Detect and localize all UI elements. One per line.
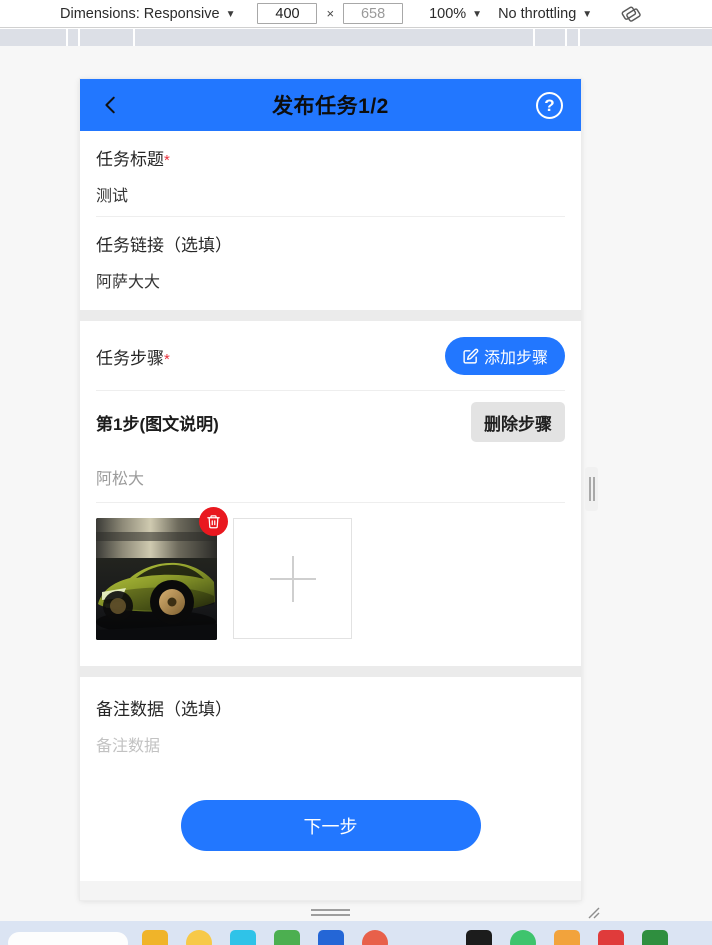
viewport-height-input[interactable]: [343, 3, 404, 24]
add-step-button[interactable]: 添加步骤: [444, 337, 565, 375]
task-link-value[interactable]: 阿萨大大: [96, 268, 565, 292]
plus-icon: [269, 555, 316, 602]
add-image-button[interactable]: [233, 518, 352, 639]
taskbar-search-pill[interactable]: [8, 932, 128, 945]
help-glyph: ?: [544, 95, 555, 115]
remark-label: 备注数据（选填）: [96, 700, 232, 719]
resize-handle-corner[interactable]: [584, 903, 602, 921]
resize-handle-bottom[interactable]: [311, 906, 350, 918]
throttling-label: No throttling: [498, 5, 577, 22]
dimension-multiply-symbol: ×: [326, 6, 335, 21]
taskbar-icon-app6[interactable]: [510, 930, 536, 945]
viewport-width-input[interactable]: [257, 3, 318, 24]
task-link-label: 任务链接（选填）: [96, 236, 232, 255]
handle-grip-line: [592, 477, 595, 501]
taskbar-icon-app7[interactable]: [554, 930, 580, 945]
field-task-link[interactable]: 任务链接（选填） 阿萨大大: [96, 217, 565, 310]
ruler-tick: [580, 29, 712, 46]
os-taskbar: [0, 921, 712, 945]
rotate-device-icon[interactable]: [618, 1, 644, 27]
app-scroll-body[interactable]: 任务标题* 测试 任务链接（选填） 阿萨大大 任务步骤* 添加步骤 第1步(图文…: [80, 131, 581, 900]
uploaded-image-item[interactable]: [96, 507, 228, 640]
help-circle-icon[interactable]: ?: [536, 91, 563, 119]
steps-card: 任务步骤* 添加步骤 第1步(图文说明) 删除步骤 阿松大: [80, 321, 581, 666]
ruler-tick: [68, 29, 80, 46]
throttling-dropdown[interactable]: No throttling ▼: [498, 6, 592, 22]
taskbar-icon-app3[interactable]: [318, 930, 344, 945]
device-viewport-frame: 发布任务1/2 ? 任务标题* 测试 任务链接（选填） 阿萨大大 任务步骤* 添…: [80, 79, 581, 900]
taskbar-icon-app2[interactable]: [274, 930, 300, 945]
next-step-button[interactable]: 下一步: [180, 800, 481, 851]
zoom-label: 100%: [429, 5, 467, 22]
chevron-down-icon: ▼: [472, 9, 483, 20]
taskbar-icon-app8[interactable]: [598, 930, 624, 945]
taskbar-icon-app9[interactable]: [642, 930, 668, 945]
app-header: 发布任务1/2 ?: [80, 79, 581, 131]
add-step-label: 添加步骤: [483, 350, 548, 367]
car-photo: [96, 518, 217, 640]
delete-image-button[interactable]: [199, 507, 228, 536]
dimensions-label: Dimensions: Responsive: [60, 5, 220, 22]
steps-title: 任务步骤*: [96, 344, 170, 369]
ruler-tick: [80, 29, 135, 46]
ruler-tick: [135, 29, 535, 46]
ruler-tick: [0, 29, 68, 46]
taskbar-icon-folder[interactable]: [186, 930, 212, 945]
remark-card: 备注数据（选填） 备注数据: [80, 677, 581, 772]
basic-info-card: 任务标题* 测试 任务链接（选填） 阿萨大大: [80, 131, 581, 310]
taskbar-icon-app4[interactable]: [362, 930, 388, 945]
viewport-ruler: [0, 29, 712, 46]
step-name: 第1步(图文说明): [96, 414, 219, 434]
step-row: 第1步(图文说明) 删除步骤: [96, 391, 565, 454]
chevron-down-icon: ▼: [225, 9, 236, 20]
resize-handle-right[interactable]: [585, 467, 598, 511]
task-title-label: 任务标题*: [96, 145, 565, 170]
required-marker: *: [164, 152, 170, 169]
handle-grip-line: [311, 908, 350, 911]
zoom-dropdown[interactable]: 100% ▼: [429, 6, 482, 22]
uploaded-image-thumbnail[interactable]: [96, 518, 217, 640]
taskbar-icon-app1[interactable]: [230, 930, 256, 945]
field-remark[interactable]: 备注数据（选填） 备注数据: [96, 677, 565, 772]
steps-header: 任务步骤* 添加步骤: [96, 321, 565, 391]
handle-grip-line: [311, 913, 350, 916]
back-chevron-icon[interactable]: [98, 92, 124, 118]
ruler-tick: [535, 29, 567, 46]
devtools-device-toolbar: Dimensions: Responsive ▼ × 100% ▼ No thr…: [0, 0, 712, 28]
section-divider: [80, 310, 581, 321]
ruler-tick: [567, 29, 580, 46]
step-description[interactable]: 阿松大: [96, 454, 565, 503]
handle-grip-line: [588, 477, 591, 501]
required-marker: *: [164, 350, 170, 368]
chevron-down-icon: ▼: [582, 9, 593, 20]
delete-step-button[interactable]: 删除步骤: [471, 402, 565, 442]
footer-area: 下一步: [80, 772, 581, 881]
section-divider: [80, 666, 581, 677]
step-image-list: [96, 503, 565, 666]
page-title: 发布任务1/2: [272, 95, 389, 118]
taskbar-icon-app5[interactable]: [466, 930, 492, 945]
label-text: 任务标题: [96, 150, 164, 169]
taskbar-icon-explorer[interactable]: [142, 930, 168, 945]
field-task-title[interactable]: 任务标题* 测试: [96, 131, 565, 217]
edit-square-icon: [462, 348, 479, 365]
task-title-value[interactable]: 测试: [96, 182, 565, 206]
steps-title-text: 任务步骤: [96, 348, 164, 368]
remark-input[interactable]: 备注数据: [96, 732, 565, 756]
dimensions-dropdown[interactable]: Dimensions: Responsive ▼: [60, 6, 235, 22]
